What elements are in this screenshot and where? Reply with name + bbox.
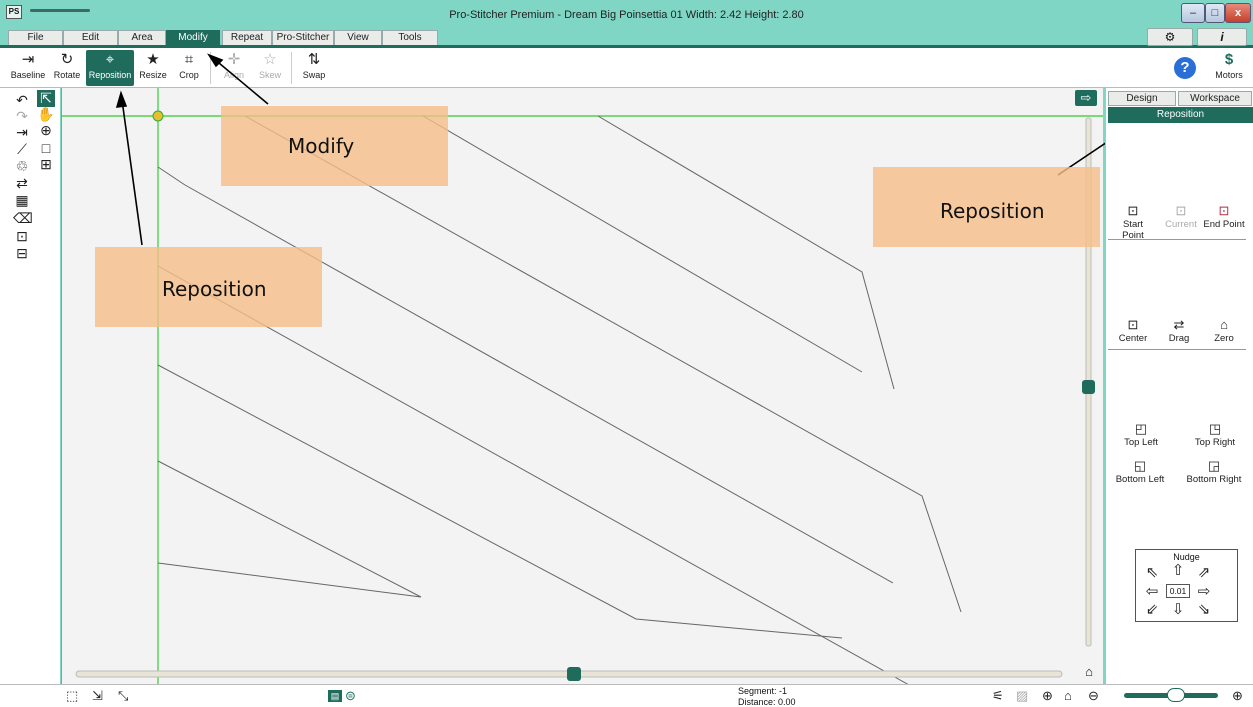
stitch-view-icon[interactable]: ▤	[328, 690, 342, 702]
start-point-icon: ⊡	[1127, 203, 1139, 218]
zero-button[interactable]: ⌂ Zero	[1210, 317, 1238, 344]
end-point-label: End Point	[1203, 219, 1245, 230]
nudge-up-left-icon[interactable]: ⇖	[1143, 565, 1161, 580]
segment-readout: Segment: -1	[738, 686, 788, 696]
nudge-label: Nudge	[1173, 552, 1200, 562]
bottom-right-button[interactable]: ◲ Bottom Right	[1185, 458, 1243, 485]
distance-readout: Distance: 0.00	[738, 697, 796, 707]
bottom-left-label: Bottom Left	[1115, 474, 1165, 485]
stitch-path-icon[interactable]: ⚟	[992, 689, 1004, 703]
vertical-zoom-thumb	[1082, 380, 1095, 394]
center-icon: ⊡	[1127, 317, 1139, 332]
current-button[interactable]: ⊡ Current	[1163, 203, 1199, 230]
nudge-down-icon[interactable]: ⇩	[1169, 602, 1187, 617]
nudge-right-icon[interactable]: ⇨	[1195, 584, 1213, 599]
globe-icon[interactable]: ⊜	[345, 689, 356, 703]
start-point-button[interactable]: ⊡ Start Point	[1111, 203, 1155, 241]
top-right-icon: ◳	[1208, 421, 1222, 436]
zero-label: Zero	[1214, 333, 1234, 344]
top-right-button[interactable]: ◳ Top Right	[1193, 421, 1237, 448]
top-left-label: Top Left	[1124, 437, 1158, 448]
horizontal-scroll-thumb	[567, 667, 581, 681]
pointer-cross-icon[interactable]: ⤡	[118, 689, 128, 703]
home-view-icon[interactable]: ⌂	[1081, 664, 1097, 680]
bottom-right-label: Bottom Right	[1186, 474, 1242, 485]
home-icon[interactable]: ⌂	[1064, 689, 1072, 703]
annotation-reposition-right: Reposition	[873, 167, 1100, 247]
drag-icon: ⇄	[1173, 317, 1185, 332]
nudge-value-field[interactable]: 0.01	[1166, 584, 1190, 598]
nudge-up-right-icon[interactable]: ⇗	[1195, 565, 1213, 580]
bottom-left-icon: ◱	[1133, 458, 1147, 473]
select-pointer-icon[interactable]: ⬚	[66, 689, 78, 703]
zoom-in-icon[interactable]: ⊕	[1232, 689, 1243, 703]
toggle-panel-arrow-icon[interactable]: ⇨	[1075, 90, 1097, 106]
zero-home-icon: ⌂	[1220, 317, 1228, 332]
nudge-down-left-icon[interactable]: ⇙	[1143, 602, 1161, 617]
nudge-left-icon[interactable]: ⇦	[1143, 584, 1161, 599]
panel-divider	[1108, 349, 1246, 350]
center-label: Center	[1118, 333, 1148, 344]
current-icon: ⊡	[1175, 203, 1187, 218]
panel-divider	[1108, 239, 1246, 240]
design-drawing	[61, 53, 1139, 706]
bottom-right-icon: ◲	[1207, 458, 1221, 473]
annotation-modify: Modify	[221, 106, 448, 186]
drag-button[interactable]: ⇄ Drag	[1164, 317, 1194, 344]
zoom-out-icon[interactable]: ⊖	[1088, 689, 1099, 703]
nudge-down-right-icon[interactable]: ⇘	[1195, 602, 1213, 617]
top-right-label: Top Right	[1194, 437, 1236, 448]
nudge-up-icon[interactable]: ⇧	[1169, 563, 1187, 578]
end-point-icon: ⊡	[1218, 203, 1230, 218]
image-icon[interactable]: ▨	[1016, 689, 1028, 703]
center-button[interactable]: ⊡ Center	[1116, 317, 1150, 344]
zoom-slider-thumb[interactable]	[1167, 688, 1185, 702]
start-point-marker	[152, 110, 164, 122]
top-left-button[interactable]: ◰ Top Left	[1120, 421, 1162, 448]
start-point-label: Start Point	[1122, 219, 1144, 241]
end-point-button[interactable]: ⊡ End Point	[1203, 203, 1245, 230]
tab-workspace[interactable]: Workspace	[1178, 91, 1252, 106]
bottom-left-button[interactable]: ◱ Bottom Left	[1114, 458, 1166, 485]
panel-title: Reposition	[1108, 107, 1253, 123]
stitch-paths	[157, 115, 962, 706]
current-label: Current	[1165, 219, 1197, 230]
zoom-fit-icon[interactable]: ⊕	[1042, 689, 1053, 703]
annotation-reposition-left: Reposition	[95, 247, 322, 327]
pointer-node-icon[interactable]: ⇲	[92, 689, 103, 703]
top-left-icon: ◰	[1134, 421, 1148, 436]
tab-design[interactable]: Design	[1108, 91, 1176, 106]
drag-label: Drag	[1168, 333, 1190, 344]
